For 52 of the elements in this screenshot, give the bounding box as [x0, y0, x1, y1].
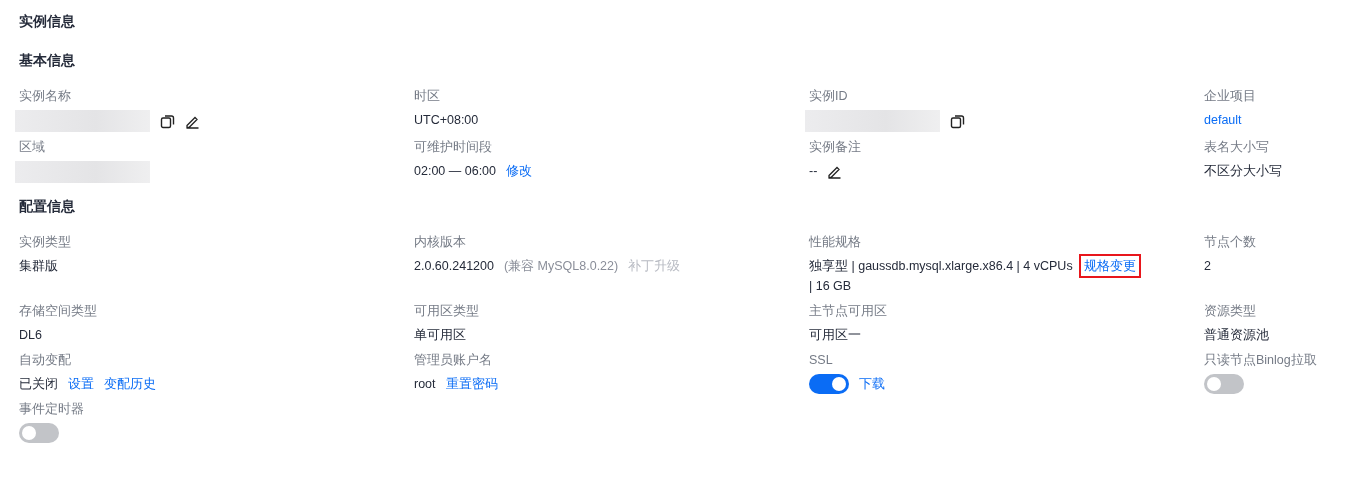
- field-note: (兼容 MySQL8.0.22): [503, 258, 619, 275]
- field-label: 内核版本: [414, 234, 467, 251]
- action-link[interactable]: 规格变更: [1080, 256, 1139, 276]
- field-label: 表名大小写: [1204, 139, 1270, 156]
- field-value: 2: [1204, 258, 1211, 275]
- field-value: 已关闭: [19, 376, 58, 393]
- field-label: 只读节点Binlog拉取: [1204, 352, 1318, 369]
- field-label: 存储空间类型: [19, 303, 98, 320]
- section-heading: 配置信息: [19, 198, 76, 216]
- field-label: 实例类型: [19, 234, 72, 251]
- field-value: 02:00 — 06:00: [414, 163, 496, 180]
- field-value: --: [809, 163, 818, 180]
- field-label: 自动变配: [19, 352, 72, 369]
- field-value: UTC+08:00: [414, 112, 479, 129]
- field-label: 主节点可用区: [809, 303, 888, 320]
- field-label: 企业项目: [1204, 88, 1257, 105]
- field-label: 实例名称: [19, 88, 72, 105]
- field-label: 性能规格: [809, 234, 862, 251]
- action-link[interactable]: default: [1204, 110, 1242, 130]
- field-value: 普通资源池: [1204, 327, 1269, 344]
- page-title: 实例信息: [19, 13, 76, 31]
- field-label: 事件定时器: [19, 401, 85, 418]
- field-value: 2.0.60.241200: [414, 258, 494, 275]
- field-label: 可用区类型: [414, 303, 480, 320]
- action-link[interactable]: 设置: [68, 374, 94, 394]
- field-value: DL6: [19, 327, 42, 344]
- field-label: 节点个数: [1204, 234, 1257, 251]
- toggle-switch[interactable]: [19, 423, 59, 443]
- field-value: | 16 GB: [809, 278, 853, 295]
- field-label: 时区: [414, 88, 441, 105]
- action-link[interactable]: 下载: [859, 374, 885, 394]
- field-value: 单可用区: [414, 327, 466, 344]
- copy-icon[interactable]: [160, 113, 175, 129]
- section-heading: 基本信息: [19, 52, 76, 70]
- field-value: 独享型 | gaussdb.mysql.xlarge.x86.4 | 4 vCPUs: [809, 258, 1073, 275]
- action-link[interactable]: 修改: [506, 161, 532, 181]
- field-label: 可维护时间段: [414, 139, 493, 156]
- action-link[interactable]: 重置密码: [445, 374, 498, 394]
- field-value: root: [414, 376, 436, 393]
- field-label: 管理员账户名: [414, 352, 493, 369]
- field-label: SSL: [809, 352, 834, 369]
- toggle-switch[interactable]: [1204, 374, 1244, 394]
- field-label: 资源类型: [1204, 303, 1257, 320]
- field-value: 不区分大小写: [1204, 163, 1282, 180]
- action-link[interactable]: 变配历史: [104, 374, 156, 394]
- field-label: 实例备注: [809, 139, 862, 156]
- field-label: 区域: [19, 139, 46, 156]
- field-value: 可用区一: [809, 327, 861, 344]
- field-label: 实例ID: [809, 88, 849, 105]
- toggle-switch[interactable]: [809, 374, 849, 394]
- copy-icon[interactable]: [950, 113, 965, 129]
- field-value: 集群版: [19, 258, 58, 275]
